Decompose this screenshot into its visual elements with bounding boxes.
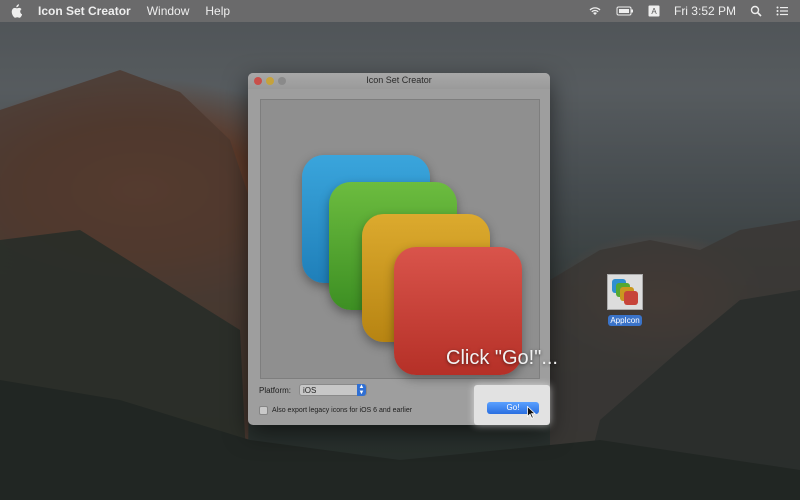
keyboard-input-icon[interactable]: A: [648, 5, 660, 17]
svg-text:A: A: [651, 7, 657, 16]
window-title: Icon Set Creator: [366, 75, 432, 85]
battery-icon[interactable]: [616, 5, 634, 17]
mouse-cursor-icon: [527, 406, 536, 419]
menu-bar: Icon Set Creator Window Help A Fri 3:52 …: [0, 0, 800, 22]
legacy-label[interactable]: Also export legacy icons for iOS 6 and e…: [272, 407, 412, 414]
notification-center-icon[interactable]: [776, 5, 788, 17]
platform-row: Platform: iOS ▲ ▼: [259, 383, 368, 397]
app-menu[interactable]: Icon Set Creator: [38, 4, 131, 18]
platform-label: Platform:: [259, 385, 292, 395]
appicon-thumbnail: [607, 274, 643, 310]
apple-icon[interactable]: [10, 4, 22, 18]
legacy-option-row: Also export legacy icons for iOS 6 and e…: [259, 406, 412, 415]
instruction-caption: Click "Go!"...: [446, 347, 558, 369]
menu-window[interactable]: Window: [147, 4, 190, 18]
icon-set-creator-window: Icon Set Creator Platform: iOS ▲ ▼ Also e…: [248, 73, 550, 425]
wifi-icon[interactable]: [588, 5, 602, 17]
chevron-updown-icon: ▲ ▼: [357, 384, 367, 396]
legacy-checkbox[interactable]: [259, 406, 268, 415]
platform-select[interactable]: iOS ▲ ▼: [299, 384, 368, 396]
desktop-file-label: AppIcon: [608, 315, 642, 326]
icon-drop-well[interactable]: [260, 99, 540, 379]
menu-help[interactable]: Help: [205, 4, 230, 18]
platform-value: iOS: [303, 386, 317, 395]
window-titlebar[interactable]: Icon Set Creator: [248, 73, 550, 89]
desktop-file-appicon[interactable]: AppIcon: [606, 274, 644, 328]
menubar-clock[interactable]: Fri 3:52 PM: [674, 4, 736, 18]
search-icon[interactable]: [750, 5, 762, 17]
